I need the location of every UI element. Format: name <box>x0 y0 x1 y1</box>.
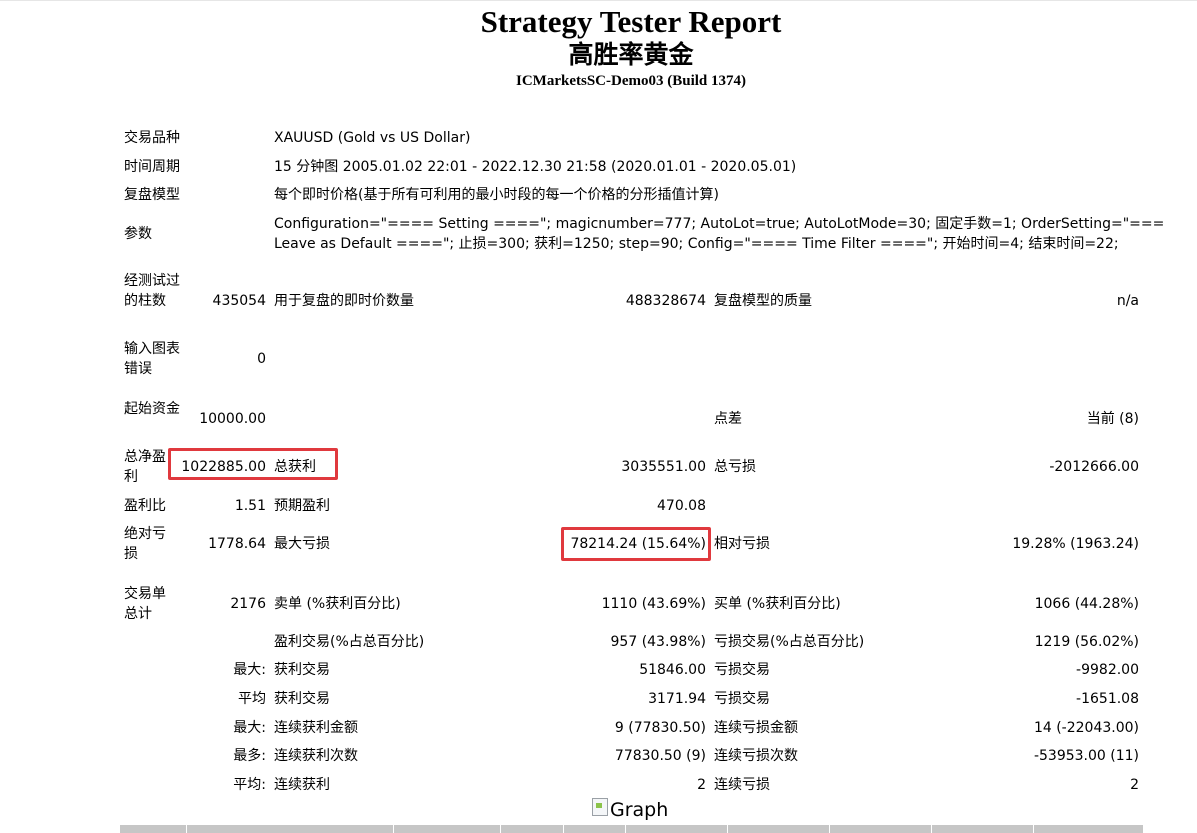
loss-trades-label: 亏损交易(%占总百分比) <box>714 634 865 650</box>
long-trades-value: 1066 (44.28%) <box>1034 596 1139 612</box>
most-consecutive-loss-value: -53953.00 (11) <box>1033 748 1139 764</box>
max-consecutive-loss-value: 14 (-22043.00) <box>1033 720 1139 736</box>
server-build: ICMarketsSC-Demo03 (Build 1374) <box>516 73 746 89</box>
params-label: 参数 <box>124 226 152 242</box>
model-value: 每个即时价格(基于所有可利用的最小时段的每一个价格的分形插值计算) <box>274 187 719 203</box>
short-trades-value: 1110 (43.69%) <box>601 596 706 612</box>
profit-factor-label: 盈利比 <box>124 498 166 514</box>
most-consecutive-win-label: 连续获利次数 <box>274 748 358 764</box>
avg-consecutive-win-label: 连续获利 <box>274 777 330 793</box>
average-loss-value: -1651.08 <box>1076 691 1139 707</box>
average-prefix: 平均 <box>238 691 266 707</box>
max-consecutive-prefix: 最大: <box>233 720 266 736</box>
gross-loss-label: 总亏损 <box>714 459 756 475</box>
avg-consecutive-loss-value: 2 <box>1130 777 1139 793</box>
bars-value: 435054 <box>212 293 266 309</box>
max-drawdown-label: 最大亏损 <box>274 536 330 552</box>
largest-loss-label: 亏损交易 <box>714 662 770 678</box>
symbol-value: XAUUSD (Gold vs US Dollar) <box>274 130 471 146</box>
loss-trades-value: 1219 (56.02%) <box>1034 634 1139 650</box>
short-trades-label: 卖单 (%获利百分比) <box>274 596 401 612</box>
average-loss-label: 亏损交易 <box>714 691 770 707</box>
strategy-name: 高胜率黄金 <box>568 40 694 69</box>
rel-drawdown-value: 19.28% (1963.24) <box>1012 536 1139 552</box>
avg-consecutive-loss-label: 连续亏损 <box>714 777 770 793</box>
rel-drawdown-label: 相对亏损 <box>714 536 770 552</box>
period-value: 15 分钟图 2005.01.02 22:01 - 2022.12.30 21:… <box>274 159 797 175</box>
average-win-label: 获利交易 <box>274 691 330 707</box>
ticks-value: 488328674 <box>625 293 706 309</box>
profit-trades-value: 957 (43.98%) <box>610 634 706 650</box>
report-title: Strategy Tester Report <box>480 4 782 39</box>
max-consecutive-win-label: 连续获利金额 <box>274 720 358 736</box>
bars-label: 经测试过的柱数 <box>124 273 180 309</box>
broken-image-icon <box>592 798 608 816</box>
gross-loss-value: -2012666.00 <box>1049 459 1139 475</box>
params-line-1: Configuration="==== Setting ===="; magic… <box>274 216 1165 232</box>
symbol-label: 交易品种 <box>124 130 180 146</box>
max-consecutive-win-value: 9 (77830.50) <box>614 720 706 736</box>
max-drawdown-highlight <box>561 527 711 561</box>
most-consecutive-win-value: 77830.50 (9) <box>614 748 706 764</box>
expected-payoff-label: 预期盈利 <box>274 498 330 514</box>
average-win-value: 3171.94 <box>648 691 706 707</box>
net-profit-highlight <box>168 448 338 480</box>
params-line-2: Leave as Default ===="; 止损=300; 获利=1250;… <box>274 236 1119 252</box>
abs-drawdown-value: 1778.64 <box>208 536 266 552</box>
graph-alt-text: Graph <box>610 799 669 821</box>
profit-factor-value: 1.51 <box>234 498 266 514</box>
deposit-label: 起始资金 <box>124 401 180 417</box>
most-consecutive-loss-label: 连续亏损次数 <box>714 748 798 764</box>
ticks-label: 用于复盘的即时价数量 <box>274 293 414 309</box>
abs-drawdown-label: 绝对亏损 <box>124 526 166 562</box>
quality-value: n/a <box>1116 293 1139 309</box>
spread-value: 当前 (8) <box>1086 411 1139 427</box>
spread-label: 点差 <box>714 411 742 427</box>
model-label: 复盘模型 <box>124 187 180 203</box>
top-border <box>0 0 1197 1</box>
max-consecutive-loss-label: 连续亏损金额 <box>714 720 798 736</box>
avg-consecutive-prefix: 平均: <box>233 777 266 793</box>
most-consecutive-prefix: 最多: <box>233 748 266 764</box>
avg-consecutive-win-value: 2 <box>697 777 706 793</box>
largest-prefix: 最大: <box>233 662 266 678</box>
orders-table-header <box>120 825 1143 833</box>
long-trades-label: 买单 (%获利百分比) <box>714 596 841 612</box>
largest-win-value: 51846.00 <box>639 662 706 678</box>
total-trades-label: 交易单总计 <box>124 586 166 622</box>
graph-image-placeholder: Graph <box>592 798 668 822</box>
report-header: Strategy Tester Report 高胜率黄金 ICMarketsSC… <box>0 4 1197 92</box>
total-trades-value: 2176 <box>230 596 266 612</box>
largest-win-label: 获利交易 <box>274 662 330 678</box>
gross-profit-value: 3035551.00 <box>621 459 706 475</box>
quality-label: 复盘模型的质量 <box>714 293 812 309</box>
errors-label: 输入图表错误 <box>124 341 180 377</box>
errors-value: 0 <box>257 351 266 367</box>
expected-payoff-value: 470.08 <box>657 498 706 514</box>
period-label: 时间周期 <box>124 159 180 175</box>
profit-trades-label: 盈利交易(%占总百分比) <box>274 634 425 650</box>
deposit-value: 10000.00 <box>199 411 266 427</box>
largest-loss-value: -9982.00 <box>1076 662 1139 678</box>
